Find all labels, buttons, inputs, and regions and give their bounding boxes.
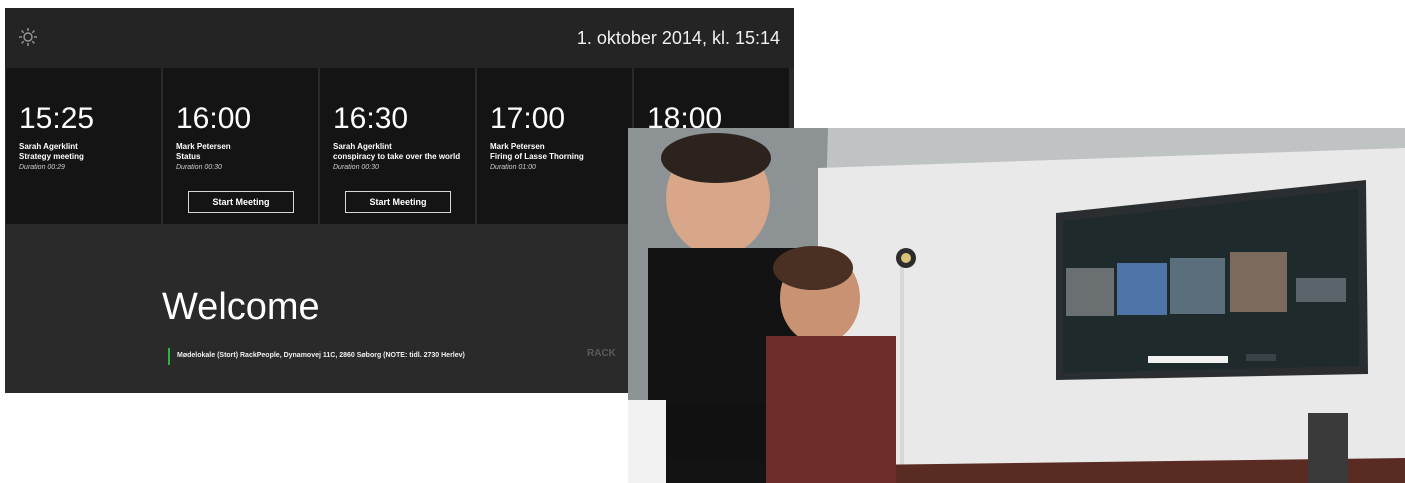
meeting-slot: 16:00 Mark Petersen Status Duration 00:3… xyxy=(163,68,318,224)
meeting-slot: 15:25 Sarah Agerklint Strategy meeting D… xyxy=(6,68,161,224)
room-location: Mødelokale (Stort) RackPeople, Dynamovej… xyxy=(177,352,465,359)
slot-time: 17:00 xyxy=(490,102,566,135)
slot-organizer: Mark Petersen xyxy=(490,142,545,151)
slot-time: 16:30 xyxy=(333,102,409,135)
slot-organizer: Sarah Agerklint xyxy=(19,142,78,151)
slot-subject: Status xyxy=(176,152,201,161)
slot-organizer: Mark Petersen xyxy=(176,142,231,151)
slot-subject: conspiracy to take over the world xyxy=(333,152,461,161)
slot-time: 15:25 xyxy=(19,102,95,135)
gear-icon[interactable] xyxy=(17,26,39,48)
brand-logo: RACK xyxy=(587,348,616,359)
meeting-room-photo xyxy=(628,128,1405,483)
top-bar: 1. oktober 2014, kl. 15:14 xyxy=(5,8,794,68)
slot-duration: Duration 00:30 xyxy=(333,164,379,171)
slot-subject: Strategy meeting xyxy=(19,152,84,161)
meeting-slot: 16:30 Sarah Agerklint conspiracy to take… xyxy=(320,68,475,224)
meeting-slot: 17:00 Mark Petersen Firing of Lasse Thor… xyxy=(477,68,632,224)
start-meeting-button[interactable]: Start Meeting xyxy=(188,191,294,213)
slot-duration: Duration 01:00 xyxy=(490,164,536,171)
slot-subject: Firing of Lasse Thorning xyxy=(490,152,584,161)
slot-time: 16:00 xyxy=(176,102,252,135)
slot-organizer: Sarah Agerklint xyxy=(333,142,392,151)
location-accent xyxy=(168,348,170,365)
start-meeting-button[interactable]: Start Meeting xyxy=(345,191,451,213)
welcome-heading: Welcome xyxy=(162,286,320,328)
slot-duration: Duration 00:30 xyxy=(176,164,222,171)
slot-duration: Duration 00:29 xyxy=(19,164,65,171)
current-datetime: 1. oktober 2014, kl. 15:14 xyxy=(576,28,780,48)
